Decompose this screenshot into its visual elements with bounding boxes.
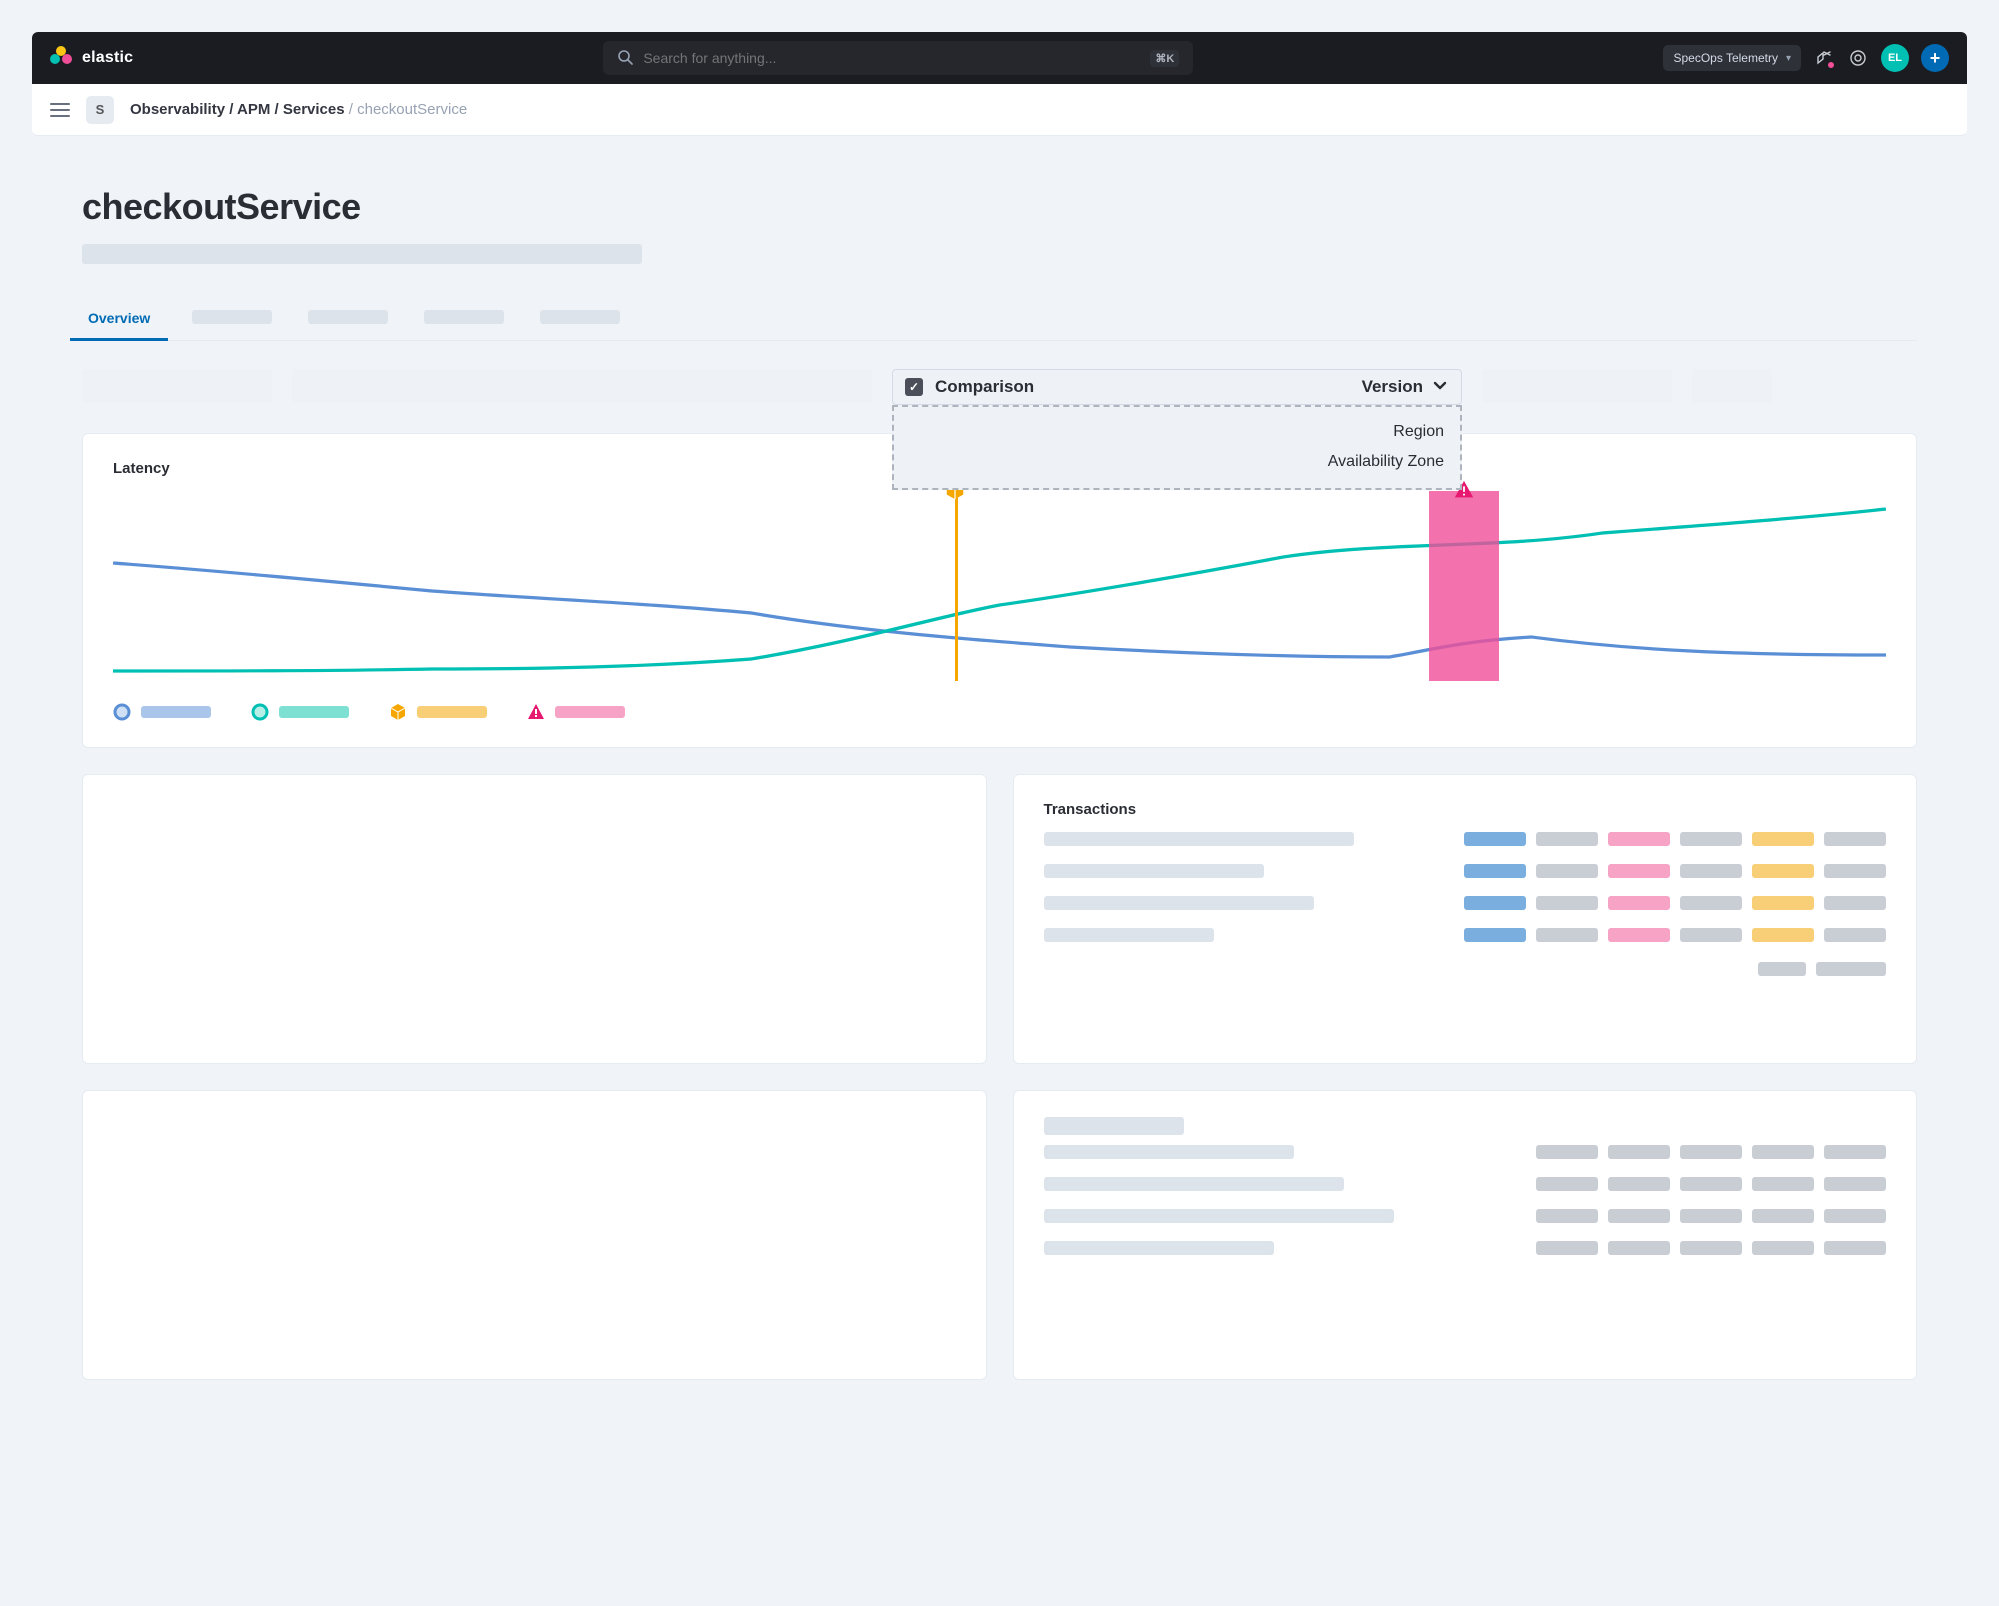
- search-shortcut: ⌘K: [1150, 50, 1179, 67]
- package-icon: [389, 703, 407, 721]
- table-row[interactable]: [1044, 1241, 1887, 1255]
- search-input[interactable]: [643, 50, 1140, 66]
- panel-title-placeholder: [1044, 1117, 1184, 1135]
- chevron-down-icon: [1431, 376, 1449, 399]
- legend-item[interactable]: [251, 703, 349, 721]
- transactions-footer: [1044, 962, 1887, 976]
- deployment-selector[interactable]: SpecOps Telemetry ▾: [1663, 45, 1801, 71]
- table-row[interactable]: [1044, 864, 1887, 878]
- empty-panel: [82, 1090, 987, 1380]
- tab-overview[interactable]: Overview: [82, 310, 156, 340]
- tab-placeholder[interactable]: [308, 310, 388, 324]
- elastic-logo-icon: [50, 46, 74, 70]
- legend-swatch: [417, 706, 487, 718]
- alert-icon: [527, 703, 545, 721]
- latency-chart: [113, 491, 1886, 681]
- circle-icon: [251, 703, 269, 721]
- filter-placeholder[interactable]: [82, 369, 272, 403]
- search-icon: [617, 49, 633, 68]
- transaction-name-placeholder: [1044, 896, 1314, 910]
- table-row[interactable]: [1044, 1145, 1887, 1159]
- deployment-label: SpecOps Telemetry: [1673, 51, 1778, 65]
- global-search[interactable]: ⌘K: [603, 41, 1193, 75]
- circle-icon: [113, 703, 131, 721]
- legend-item[interactable]: [113, 703, 211, 721]
- filter-row: ✓ Comparison Version Region Availability…: [82, 369, 1917, 405]
- tab-placeholder[interactable]: [424, 310, 504, 324]
- tabs: Overview: [82, 310, 1917, 341]
- page-content: checkoutService Overview ✓ Comparison Ve…: [32, 186, 1967, 1420]
- list-panel: [1013, 1090, 1918, 1380]
- table-row[interactable]: [1044, 832, 1887, 846]
- transaction-name-placeholder: [1044, 928, 1214, 942]
- table-row[interactable]: [1044, 928, 1887, 942]
- comparison-label: Comparison: [935, 377, 1034, 397]
- transaction-name-placeholder: [1044, 832, 1354, 846]
- latency-svg: [113, 491, 1886, 681]
- table-row[interactable]: [1044, 896, 1887, 910]
- menu-toggle-icon[interactable]: [50, 103, 70, 117]
- brand-name: elastic: [82, 49, 133, 67]
- brand-logo[interactable]: elastic: [50, 46, 133, 70]
- empty-panel: [82, 774, 987, 1064]
- page-title: checkoutService: [82, 186, 1917, 228]
- breadcrumb-link[interactable]: Observability: [130, 101, 225, 118]
- tab-placeholder[interactable]: [540, 310, 620, 324]
- space-selector[interactable]: S: [86, 96, 114, 124]
- breadcrumb-bar: S Observability / APM / Services / check…: [32, 84, 1967, 136]
- filter-placeholder[interactable]: [292, 369, 872, 403]
- comparison-selector[interactable]: ✓ Comparison Version: [892, 369, 1462, 405]
- legend-item[interactable]: [389, 703, 487, 721]
- table-row[interactable]: [1044, 1177, 1887, 1191]
- checkbox-checked-icon[interactable]: ✓: [905, 378, 923, 396]
- latency-legend: [113, 703, 1886, 721]
- table-row[interactable]: [1044, 1209, 1887, 1223]
- transaction-name-placeholder: [1044, 864, 1264, 878]
- transactions-panel: Transactions: [1013, 774, 1918, 1064]
- subtitle-placeholder: [82, 244, 642, 264]
- filter-placeholder[interactable]: [1482, 369, 1672, 403]
- comparison-option[interactable]: Region: [910, 417, 1444, 447]
- add-button[interactable]: +: [1921, 44, 1949, 72]
- deployment-marker-line: [955, 491, 958, 681]
- breadcrumb-link[interactable]: APM: [237, 101, 270, 118]
- tab-placeholder[interactable]: [192, 310, 272, 324]
- top-navbar: elastic ⌘K SpecOps Telemetry ▾ EL +: [32, 32, 1967, 84]
- series-blue: [113, 563, 1886, 657]
- legend-item[interactable]: [527, 703, 625, 721]
- comparison-selected: Version: [1362, 377, 1423, 397]
- help-icon[interactable]: [1847, 47, 1869, 69]
- legend-swatch: [141, 706, 211, 718]
- chevron-down-icon: ▾: [1786, 53, 1791, 64]
- breadcrumb: Observability / APM / Services / checkou…: [130, 101, 467, 118]
- comparison-option[interactable]: Availability Zone: [910, 447, 1444, 477]
- pagination-placeholder[interactable]: [1758, 962, 1806, 976]
- alert-band: [1429, 491, 1500, 681]
- news-icon[interactable]: [1813, 47, 1835, 69]
- breadcrumb-current: checkoutService: [357, 101, 467, 118]
- legend-swatch: [279, 706, 349, 718]
- notification-dot-icon: [1828, 62, 1834, 68]
- legend-swatch: [555, 706, 625, 718]
- user-avatar[interactable]: EL: [1881, 44, 1909, 72]
- transactions-title: Transactions: [1044, 801, 1887, 818]
- comparison-dropdown: Region Availability Zone: [892, 405, 1462, 490]
- breadcrumb-link[interactable]: Services: [283, 101, 345, 118]
- pagination-placeholder[interactable]: [1816, 962, 1886, 976]
- filter-placeholder[interactable]: [1692, 369, 1772, 403]
